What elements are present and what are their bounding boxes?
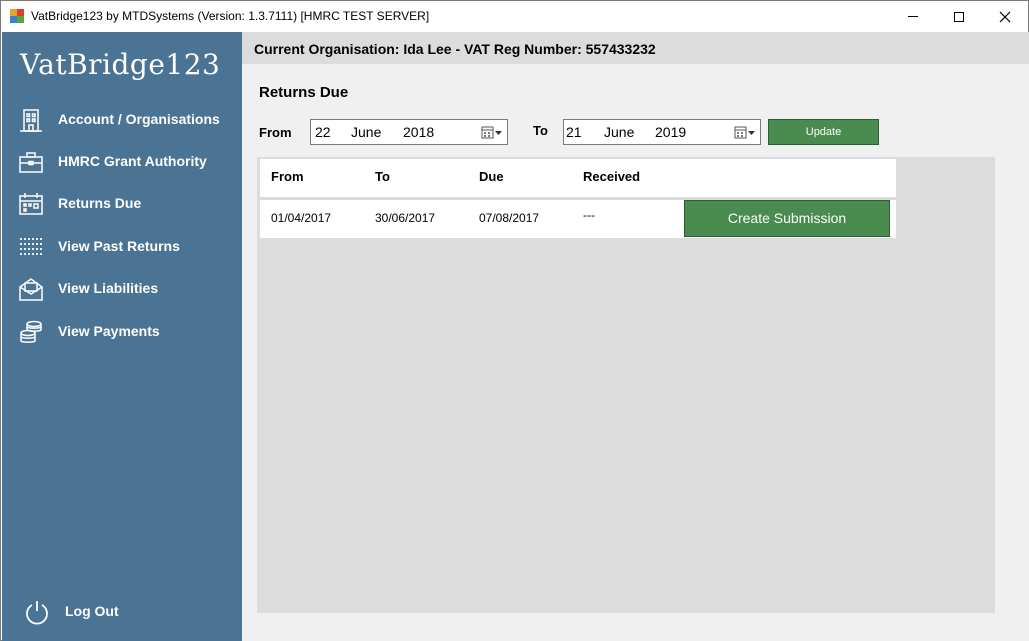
envelope-icon [19,278,43,301]
maximize-icon [954,11,964,22]
from-month[interactable]: June [351,124,381,140]
window-title: VatBridge123 by MTDSystems (Version: 1.3… [31,9,430,23]
cell-received: --- [583,208,595,222]
sidebar-item-label: HMRC Grant Authority [58,153,207,169]
sidebar-item-hmrc-grant-authority[interactable]: HMRC Grant Authority [2,144,242,180]
table-row[interactable]: 01/04/2017 30/06/2017 07/08/2017 --- Cre… [260,200,896,238]
sidebar-item-label: Returns Due [58,195,142,211]
coins-icon [20,320,42,343]
sidebar-item-view-payments[interactable]: View Payments [2,314,242,350]
sidebar-item-view-liabilities[interactable]: View Liabilities [2,271,242,307]
sidebar-item-label: View Past Returns [58,238,180,254]
current-organisation: Current Organisation: Ida Lee - VAT Reg … [254,41,656,57]
calendar-dropdown-icon[interactable] [734,125,756,140]
to-year[interactable]: 2019 [655,124,686,140]
sidebar-item-view-past-returns[interactable]: View Past Returns [2,229,242,265]
sidebar-item-label: View Liabilities [58,280,159,296]
app-icon [10,9,24,23]
sidebar-item-returns-due[interactable]: Returns Due [2,186,242,222]
minimize-button[interactable] [890,1,936,32]
sidebar-item-label: Account / Organisations [58,111,220,127]
close-button[interactable] [982,1,1028,32]
cell-from: 01/04/2017 [271,211,332,225]
create-submission-button[interactable]: Create Submission [684,200,890,237]
app-window: VatBridge123 by MTDSystems (Version: 1.3… [0,0,1029,641]
logout-label: Log Out [65,603,119,619]
from-label: From [259,125,292,140]
grid-header-row: From To Due Received [260,159,896,197]
column-header-due: Due [479,169,504,184]
maximize-button[interactable] [936,1,982,32]
logout-button[interactable]: Log Out [2,594,242,630]
column-header-from: From [271,169,304,184]
sidebar-item-label: View Payments [58,323,160,339]
from-day[interactable]: 22 [315,124,331,140]
close-icon [999,11,1011,22]
cell-due: 07/08/2017 [479,211,540,225]
update-button[interactable]: Update [768,119,879,145]
to-label: To [533,123,548,138]
list-icon [20,238,42,255]
power-icon [26,601,48,625]
sidebar-item-account-organisations[interactable]: Account / Organisations [2,102,242,138]
to-month[interactable]: June [604,124,634,140]
organisation-header: Current Organisation: Ida Lee - VAT Reg … [242,32,1029,64]
from-year[interactable]: 2018 [403,124,434,140]
calendar-icon [19,193,43,215]
calendar-dropdown-icon[interactable] [481,125,503,140]
column-header-received: Received [583,169,641,184]
page-title: Returns Due [259,84,349,101]
to-date-picker[interactable]: 21 June 2019 [563,119,761,145]
building-icon [20,109,42,132]
main-content: Returns Due From 22 June 2018 To 21 June… [242,64,1029,641]
sidebar: VatBridge123 Account / Organisations HMR… [2,32,242,641]
column-header-to: To [375,169,390,184]
title-bar: VatBridge123 by MTDSystems (Version: 1.3… [1,1,1028,32]
cell-to: 30/06/2017 [375,211,436,225]
briefcase-icon [19,152,43,173]
returns-grid: From To Due Received 01/04/2017 30/06/20… [257,157,995,613]
minimize-icon [908,16,918,17]
to-day[interactable]: 21 [566,124,582,140]
from-date-picker[interactable]: 22 June 2018 [310,119,508,145]
app-logo: VatBridge123 [20,48,221,81]
